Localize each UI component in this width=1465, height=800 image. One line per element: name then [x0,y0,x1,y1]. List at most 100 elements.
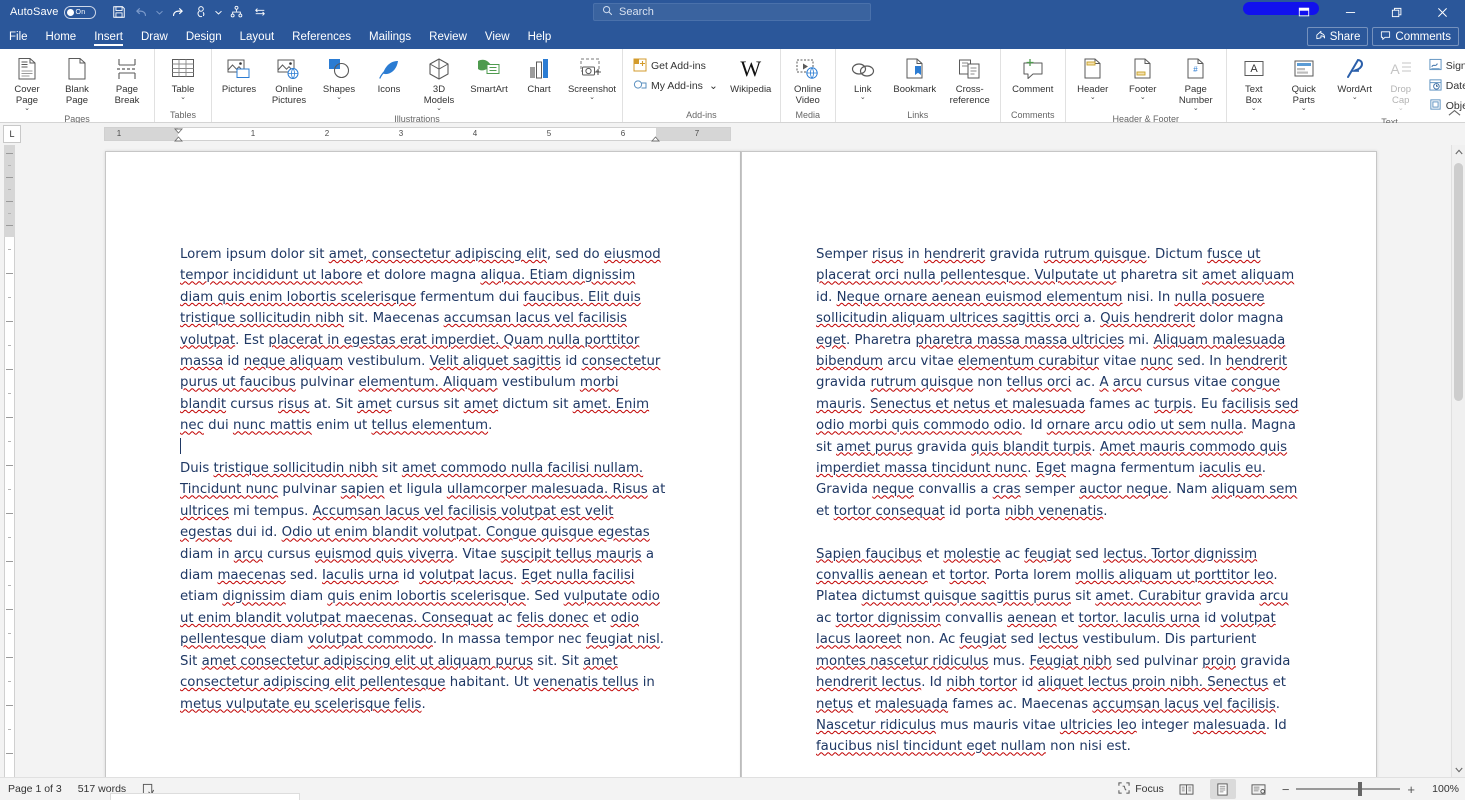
redo-icon[interactable] [167,2,189,22]
paragraph[interactable]: Sapien faucibus et molestie ac feugiat s… [816,544,1302,758]
page-1[interactable]: Lorem ipsum dolor sit amet, consectetur … [105,151,741,777]
chevron-down-icon[interactable]: ⌄ [1251,105,1257,112]
zoom-in-button[interactable]: + [1407,782,1415,797]
footer-button[interactable]: Footer ⌄ [1118,52,1168,108]
tab-home[interactable]: Home [37,24,86,49]
collapse-ribbon-button[interactable] [1448,109,1461,120]
chevron-down-icon[interactable]: ⌄ [1352,94,1358,101]
chevron-down-icon[interactable]: ⌄ [1301,105,1307,112]
chevron-down-icon[interactable]: ⌄ [709,80,718,92]
undo-dropdown-caret-icon[interactable] [154,2,166,22]
ribbon-display-options-button[interactable] [1281,0,1327,24]
tab-help[interactable]: Help [519,24,561,49]
icons-button[interactable]: Icons [364,52,414,108]
signature-line-button[interactable]: Signature Line ⌄ [1425,57,1465,75]
chart-button[interactable]: Chart [514,52,564,108]
header-button[interactable]: Header ⌄ [1068,52,1118,108]
touch-mode-icon[interactable] [190,2,212,22]
focus-mode-button[interactable]: Focus [1118,781,1164,797]
autosave-toggle[interactable]: On [63,5,96,19]
online-pictures-button[interactable]: Online Pictures [264,52,314,108]
zoom-thumb[interactable] [1358,782,1363,796]
cover-page-button[interactable]: Cover Page ⌄ [2,52,52,112]
tab-view[interactable]: View [476,24,519,49]
search-box[interactable]: Search [593,3,871,21]
scrollbar-thumb[interactable] [1454,163,1463,401]
autosave-control[interactable]: AutoSave On [0,5,96,19]
tab-layout[interactable]: Layout [231,24,284,49]
online-video-button[interactable]: Online Video [783,52,833,108]
share-button[interactable]: Share [1306,27,1369,46]
wikipedia-button[interactable]: W Wikipedia [724,52,778,108]
read-mode-button[interactable] [1174,779,1200,799]
empty-paragraph[interactable] [180,437,666,458]
scroll-up-arrow-icon[interactable] [1452,145,1465,159]
touch-mode-caret-icon[interactable] [213,2,225,22]
drop-cap-button[interactable]: A Drop Cap ⌄ [1381,52,1421,112]
paragraph[interactable]: Duis tristique sollicitudin nibh sit ame… [180,458,666,715]
cross-reference-button[interactable]: Cross- reference [942,52,998,108]
text-run: . Vitae [454,546,501,562]
paragraph[interactable]: Lorem ipsum dolor sit amet, consectetur … [180,244,666,437]
horizontal-ruler[interactable]: 1 1 2 3 4 5 6 7 [104,127,731,142]
vertical-ruler[interactable] [0,145,18,777]
save-icon[interactable] [108,2,130,22]
3d-models-button[interactable]: 3D Models ⌄ [414,52,464,112]
date-time-button[interactable]: Date & Time [1425,77,1465,95]
chevron-down-icon[interactable]: ⌄ [336,94,342,101]
chevron-down-icon[interactable]: ⌄ [1140,94,1146,101]
tab-file[interactable]: File [0,24,37,49]
chevron-down-icon[interactable]: ⌄ [180,94,186,101]
get-addins-button[interactable]: Get Add-ins [629,57,722,75]
blank-page-button[interactable]: Blank Page [52,52,102,108]
tab-insert[interactable]: Insert [85,24,132,49]
vertical-scrollbar[interactable] [1451,145,1465,777]
page-1-content[interactable]: Lorem ipsum dolor sit amet, consectetur … [180,244,666,715]
tab-review[interactable]: Review [420,24,476,49]
tab-stop-selector[interactable]: L [3,125,21,143]
print-layout-button[interactable] [1209,779,1236,799]
page-2-content[interactable]: Semper risus in hendrerit gravida rutrum… [816,244,1302,758]
tab-mailings[interactable]: Mailings [360,24,420,49]
more-commands-icon[interactable] [249,2,271,22]
zoom-level-button[interactable]: 100% [1425,783,1459,795]
zoom-slider[interactable]: − + [1282,782,1415,797]
right-indent-marker[interactable] [651,128,660,142]
table-button[interactable]: Table ⌄ [157,52,209,108]
empty-paragraph[interactable] [816,522,1302,543]
chevron-down-icon[interactable]: ⌄ [860,94,866,101]
smartart-button[interactable]: SmartArt [464,52,514,108]
quick-parts-button[interactable]: Quick Parts ⌄ [1279,52,1329,112]
first-line-indent-marker[interactable] [174,128,183,142]
comment-button[interactable]: Comment [1003,52,1063,108]
text-box-button[interactable]: A Text Box ⌄ [1229,52,1279,112]
shapes-button[interactable]: Shapes ⌄ [314,52,364,108]
screenshot-button[interactable]: Screenshot ⌄ [564,52,620,108]
chevron-down-icon[interactable]: ⌄ [1090,94,1096,101]
chevron-down-icon[interactable]: ⌄ [1398,105,1404,112]
customize-qat-icon[interactable] [226,2,248,22]
zoom-track[interactable] [1296,782,1401,796]
restore-button[interactable] [1373,0,1419,24]
minimize-button[interactable] [1327,0,1373,24]
my-addins-button[interactable]: My Add-ins ⌄ [629,77,722,95]
scroll-down-arrow-icon[interactable] [1452,763,1465,777]
zoom-out-button[interactable]: − [1282,782,1290,797]
close-button[interactable] [1419,0,1465,24]
page-number-button[interactable]: # Page Number ⌄ [1168,52,1224,112]
chevron-down-icon[interactable]: ⌄ [589,94,595,101]
bookmark-button[interactable]: Bookmark [888,52,942,108]
undo-icon[interactable] [131,2,153,22]
tab-draw[interactable]: Draw [132,24,177,49]
pictures-button[interactable]: Pictures [214,52,264,108]
tab-references[interactable]: References [283,24,360,49]
web-layout-button[interactable] [1246,779,1272,799]
link-button[interactable]: Link ⌄ [838,52,888,108]
comments-button[interactable]: Comments [1372,27,1459,46]
paragraph[interactable]: Semper risus in hendrerit gravida rutrum… [816,244,1302,522]
page-indicator[interactable]: Page 1 of 3 [8,783,62,795]
wordart-button[interactable]: WordArt ⌄ [1329,52,1381,108]
tab-design[interactable]: Design [177,24,231,49]
page-break-button[interactable]: Page Break [102,52,152,108]
page-2[interactable]: Semper risus in hendrerit gravida rutrum… [741,151,1377,777]
